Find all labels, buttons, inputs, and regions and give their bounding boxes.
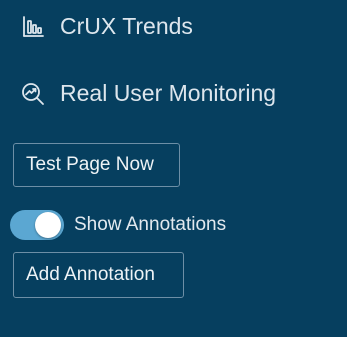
trend-magnifier-icon (20, 81, 46, 107)
nav-item-label: CrUX Trends (60, 13, 193, 39)
add-annotation-button[interactable]: Add Annotation (13, 252, 184, 298)
nav-item-label: Real User Monitoring (60, 80, 277, 106)
toggle-knob (35, 212, 61, 238)
nav-item-real-user-monitoring[interactable]: Real User Monitoring (20, 80, 276, 107)
show-annotations-toggle[interactable] (10, 210, 64, 240)
bar-chart-icon (20, 14, 46, 40)
nav-item-crux-trends[interactable]: CrUX Trends (20, 13, 193, 40)
show-annotations-label: Show Annotations (74, 214, 227, 235)
show-annotations-row: Show Annotations (10, 210, 226, 240)
test-page-now-button[interactable]: Test Page Now (13, 143, 180, 187)
